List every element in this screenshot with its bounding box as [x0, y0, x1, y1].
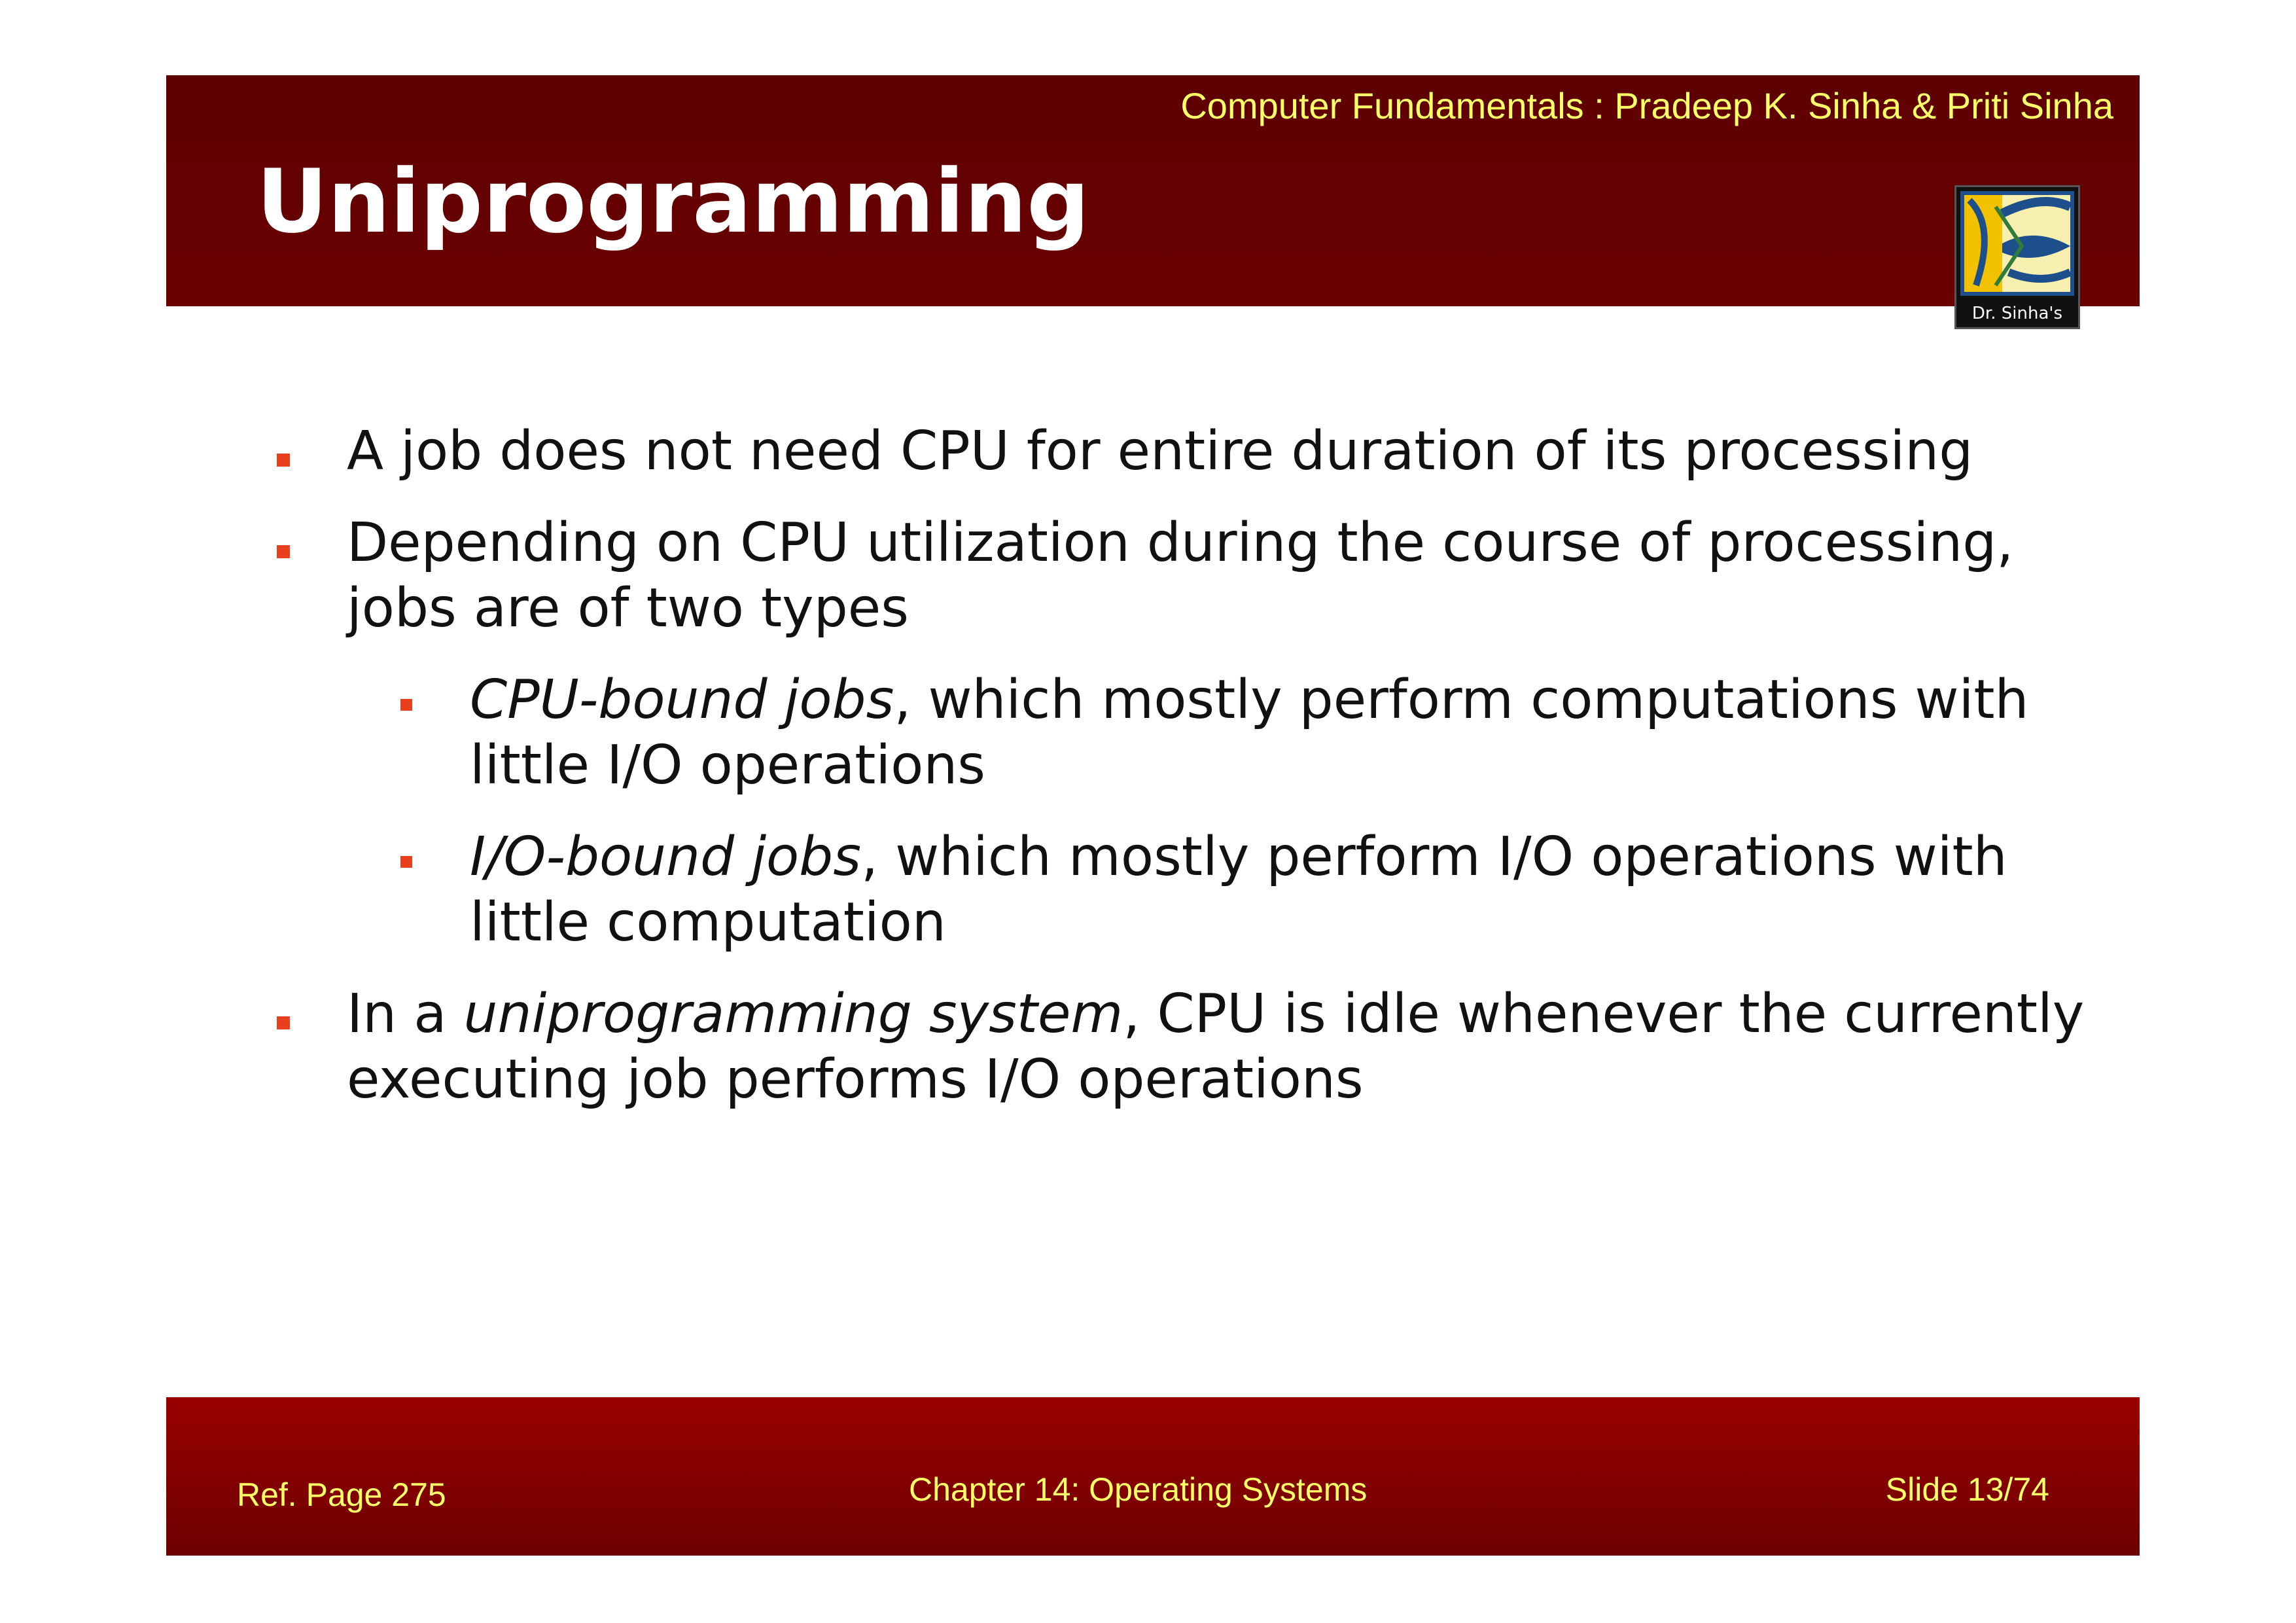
sub-bullet-item: CPU-bound jobs, which mostly perform com… [268, 668, 2113, 798]
footer-band: Ref. Page 275 Chapter 14: Operating Syst… [166, 1397, 2140, 1556]
logo-caption: Dr. Sinha's [1971, 304, 2063, 323]
bullet-item: In a uniprogramming system, CPU is idle … [268, 982, 2113, 1113]
slide-title: Uniprogramming [256, 151, 1090, 253]
bullet-prefix: In a [347, 983, 464, 1045]
bullet-item: Depending on CPU utilization during the … [268, 510, 2113, 641]
sub-bullet-marker [400, 699, 412, 711]
bullet-list: A job does not need CPU for entire durat… [268, 419, 2113, 1139]
logo-graphic [1960, 191, 2074, 296]
book-credit: Computer Fundamentals : Pradeep K. Sinha… [1180, 85, 2113, 126]
sub-bullet-marker [400, 856, 412, 868]
bullet-emphasis: uniprogramming system [463, 983, 1123, 1045]
slide-page: Computer Fundamentals : Pradeep K. Sinha… [0, 0, 2296, 1623]
bullet-text: A job does not need CPU for entire durat… [347, 420, 1973, 482]
bullet-text: Depending on CPU utilization during the … [347, 512, 2014, 639]
chapter-label: Chapter 14: Operating Systems [909, 1471, 1368, 1508]
bullet-marker [277, 1016, 290, 1029]
dr-sinhas-logo-icon: Dr. Sinha's [1954, 185, 2080, 329]
bullet-item: A job does not need CPU for entire durat… [268, 419, 2113, 484]
bullet-marker [277, 454, 290, 467]
bullet-emphasis: CPU-bound jobs [470, 669, 894, 731]
bullet-marker [277, 545, 290, 558]
slide-number: Slide 13/74 [1885, 1471, 2049, 1508]
sub-bullet-item: I/O-bound jobs, which mostly perform I/O… [268, 825, 2113, 955]
header-band: Computer Fundamentals : Pradeep K. Sinha… [166, 75, 2140, 306]
ref-page: Ref. Page 275 [237, 1476, 446, 1513]
bullet-emphasis: I/O-bound jobs [470, 826, 861, 888]
